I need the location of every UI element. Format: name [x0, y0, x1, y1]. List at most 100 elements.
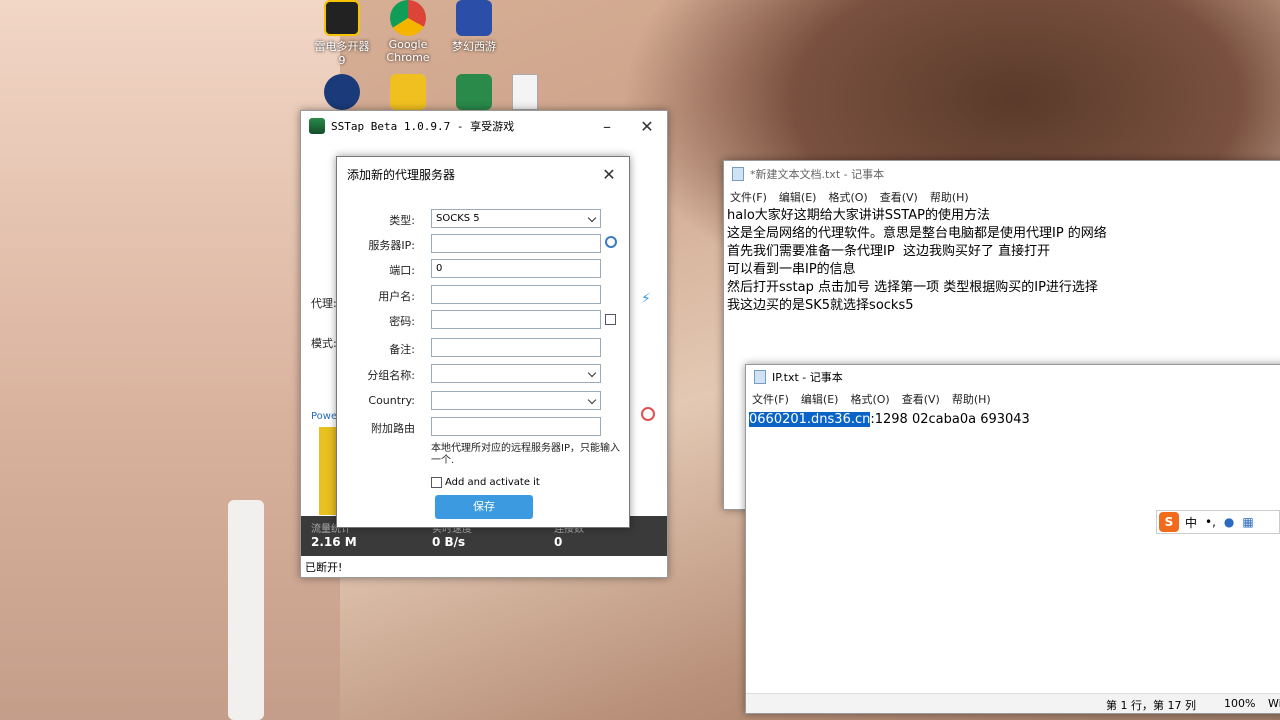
mhxy-icon: [456, 0, 492, 36]
zoom-level: 100%: [1224, 697, 1256, 710]
country-select[interactable]: [431, 391, 601, 410]
dialog-titlebar: 添加新的代理服务器 ✕: [337, 157, 629, 191]
wallpaper-straw: [228, 500, 264, 720]
port-row: 端口: 0: [337, 259, 629, 279]
desktop-icon-chrome[interactable]: Google Chrome: [378, 0, 438, 64]
notepad-title: IP.txt - 记事本: [772, 371, 843, 384]
type-label: 类型:: [389, 214, 415, 227]
desktop-icons: 雷电多开器9 Google Chrome 梦幻西游: [310, 0, 540, 110]
text-line: halo大家好这期给大家讲讲SSTAP的使用方法: [727, 208, 990, 223]
desktop-icon-mhxy[interactable]: 梦幻西游: [444, 0, 504, 54]
sstap-titlebar: SSTap Beta 1.0.9.7 - 享受游戏 – ✕: [301, 111, 667, 141]
notepad-icon: [732, 167, 744, 181]
menu-format[interactable]: 格式(O): [850, 391, 889, 407]
port-input[interactable]: 0: [431, 259, 601, 278]
group-label: 分组名称:: [367, 369, 415, 382]
server-hint: 本地代理所对应的远程服务器IP，只能输入一个.: [431, 443, 620, 466]
type-row: 类型: SOCKS 5: [337, 209, 629, 229]
password-label: 密码:: [389, 315, 415, 328]
country-row: Country:: [337, 391, 629, 411]
notepad-text-area[interactable]: halo大家好这期给大家讲讲SSTAP的使用方法 这是全局网络的代理软件。意思是…: [724, 207, 1280, 315]
close-button[interactable]: ✕: [627, 111, 667, 141]
menu-view[interactable]: 查看(V): [902, 391, 940, 407]
desktop-icon-app4[interactable]: [312, 74, 372, 112]
document-icon: [512, 74, 538, 110]
sstap-logo-icon: [309, 118, 325, 134]
mode-label: 模式:: [311, 337, 337, 350]
add-proxy-dialog: 添加新的代理服务器 ✕ 类型: SOCKS 5 服务器IP: 端口: 0 用户名…: [336, 156, 630, 528]
desktop-icon-label: 梦幻西游: [452, 40, 496, 53]
notepad-titlebar: *新建文本文档.txt - 记事本: [724, 161, 1280, 187]
show-password-checkbox[interactable]: [605, 314, 616, 325]
lightning-icon[interactable]: ⚡: [641, 291, 651, 307]
menu-file[interactable]: 文件(F): [730, 189, 767, 205]
group-select[interactable]: [431, 364, 601, 383]
desktop-icon-label: Google Chrome: [386, 38, 430, 64]
connection-status: 已断开!: [305, 561, 343, 574]
text-line: 这是全局网络的代理软件。意思是整台电脑都是使用代理IP 的网络: [727, 226, 1107, 241]
ime-language[interactable]: 中: [1185, 514, 1197, 531]
menu-format[interactable]: 格式(O): [828, 189, 867, 205]
desktop-icon-file[interactable]: [510, 74, 540, 112]
note-input[interactable]: [431, 338, 601, 357]
cursor-position: 第 1 行，第 17 列: [1106, 699, 1196, 712]
text-line: 然后打开sstap 点击加号 选择第一项 类型根据购买的IP进行选择: [727, 280, 1098, 295]
ime-punctuation[interactable]: •,: [1205, 515, 1216, 529]
menu-view[interactable]: 查看(V): [880, 189, 918, 205]
keyboard-icon[interactable]: ▦: [1242, 515, 1253, 529]
route-row: 附加路由: [337, 417, 629, 437]
server-label: 服务器IP:: [368, 239, 415, 252]
notepad-icon: [754, 370, 766, 384]
speed-value: 0 B/s: [432, 535, 466, 549]
password-row: 密码:: [337, 310, 629, 330]
menu-help[interactable]: 帮助(H): [952, 391, 991, 407]
activate-checkbox[interactable]: [431, 477, 442, 488]
ime-toolbar[interactable]: S 中 •, ● ▦: [1156, 510, 1280, 534]
save-button[interactable]: 保存: [435, 495, 533, 519]
menu-help[interactable]: 帮助(H): [930, 189, 969, 205]
text-rest: :1298 02caba0a 693043: [870, 412, 1030, 427]
sogou-logo-icon: S: [1159, 512, 1179, 532]
desktop-icon-leidian[interactable]: 雷电多开器9: [312, 0, 372, 67]
app-icon: [324, 74, 360, 110]
shield-icon: [456, 74, 492, 110]
notepad-text-area[interactable]: 0660201.dns36.cn:1298 02caba0a 693043: [746, 411, 1280, 429]
proxy-label: 代理:: [311, 297, 337, 310]
notepad-titlebar: IP.txt - 记事本: [746, 365, 1280, 389]
type-select[interactable]: SOCKS 5: [431, 209, 601, 228]
dialog-title: 添加新的代理服务器: [347, 167, 456, 182]
traffic-value: 2.16 M: [311, 535, 357, 549]
password-input[interactable]: [431, 310, 601, 329]
wallpaper-light: [0, 0, 340, 720]
connections-value: 0: [554, 535, 563, 549]
desktop-icon-app6[interactable]: [444, 74, 504, 112]
menu-file[interactable]: 文件(F): [752, 391, 789, 407]
notepad-statusbar: 第 1 行，第 17 列 100% Wi: [746, 693, 1280, 713]
server-ip-input[interactable]: [431, 234, 601, 253]
user-label: 用户名:: [378, 290, 415, 303]
notepad-menubar: 文件(F) 编辑(E) 格式(O) 查看(V) 帮助(H): [724, 187, 1280, 207]
dialog-close-button[interactable]: ✕: [589, 159, 629, 189]
desktop-icon-label: 雷电多开器9: [314, 40, 370, 67]
note-label: 备注:: [389, 343, 415, 356]
desktop-icon-app5[interactable]: [378, 74, 438, 112]
route-input[interactable]: [431, 417, 601, 436]
search-icon[interactable]: [605, 236, 617, 248]
port-label: 端口:: [389, 264, 415, 277]
note-row: 备注:: [337, 338, 629, 358]
power-icon[interactable]: [641, 407, 655, 421]
activate-option[interactable]: Add and activate it: [431, 477, 540, 488]
notepad-menubar: 文件(F) 编辑(E) 格式(O) 查看(V) 帮助(H): [746, 389, 1280, 409]
notepad-window-ip: IP.txt - 记事本 文件(F) 编辑(E) 格式(O) 查看(V) 帮助(…: [745, 364, 1280, 714]
menu-edit[interactable]: 编辑(E): [779, 189, 817, 205]
text-line: 可以看到一串IP的信息: [727, 262, 856, 277]
username-input[interactable]: [431, 285, 601, 304]
minimize-button[interactable]: –: [587, 111, 627, 141]
user-row: 用户名:: [337, 285, 629, 305]
text-line: 我这边买的是SK5就选择socks5: [727, 298, 914, 313]
route-label: 附加路由: [371, 422, 415, 435]
encoding: Wi: [1268, 697, 1280, 710]
microphone-icon[interactable]: ●: [1224, 515, 1234, 529]
country-label: Country:: [368, 394, 415, 407]
menu-edit[interactable]: 编辑(E): [801, 391, 839, 407]
